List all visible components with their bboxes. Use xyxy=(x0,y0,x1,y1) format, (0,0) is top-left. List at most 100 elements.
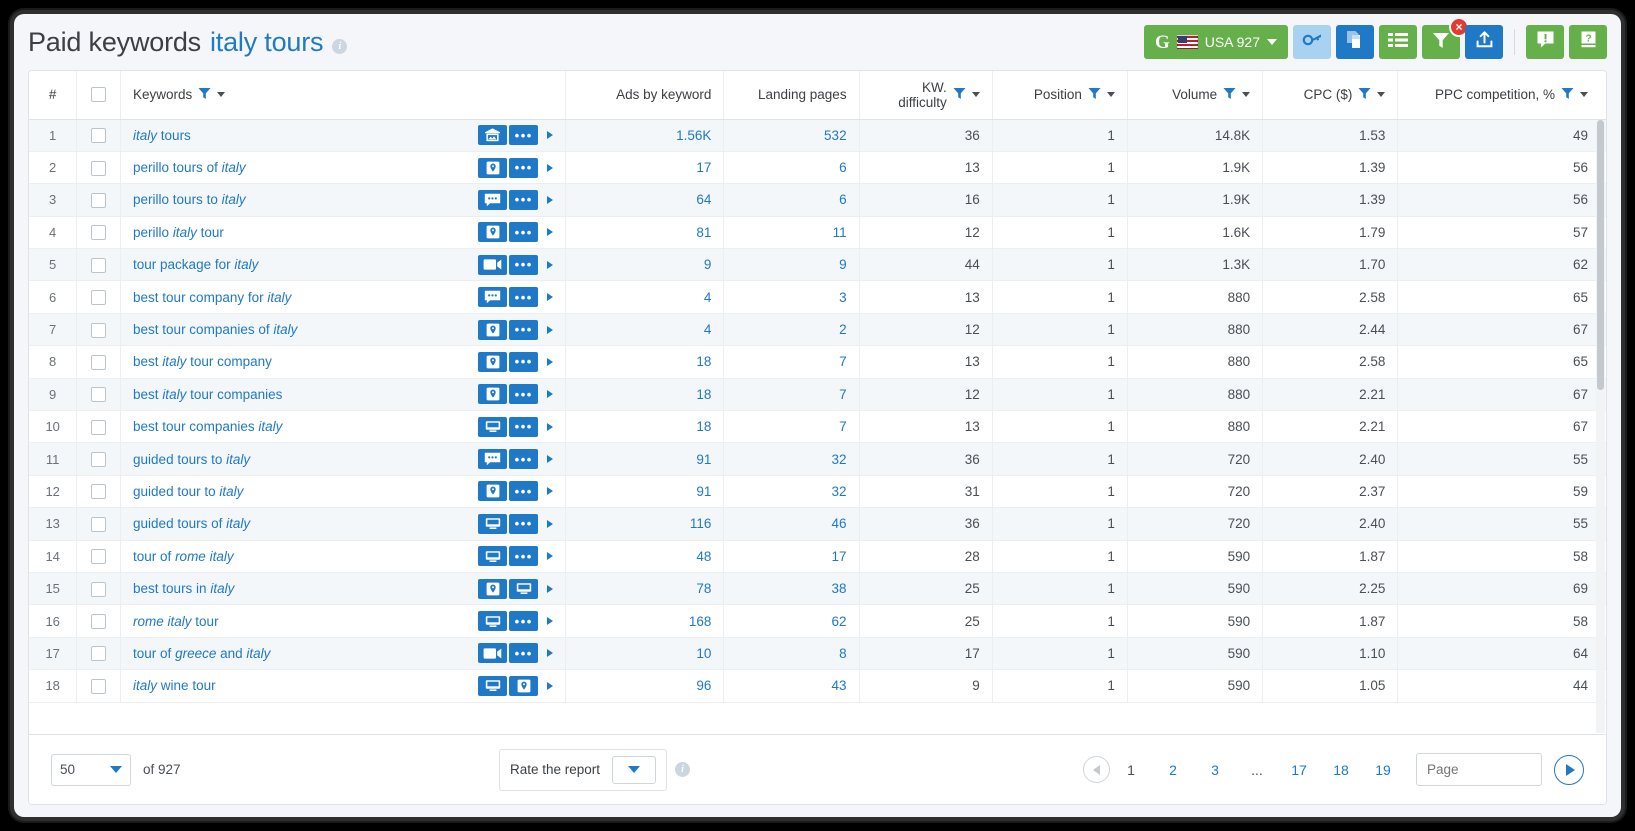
page-button-17[interactable]: 17 xyxy=(1278,762,1320,778)
page-input[interactable] xyxy=(1416,753,1542,786)
desktop-icon-button[interactable] xyxy=(478,416,508,437)
landing-pages-value[interactable]: 7 xyxy=(723,345,860,379)
table-row[interactable]: 13 guided tours of italy ••• 116 46 36 1 720 2.4… xyxy=(29,507,1606,541)
table-row[interactable]: 11 guided tours to italy ••• 91 32 36 1 720 2.40… xyxy=(29,442,1606,476)
ads-by-keyword-value[interactable]: 10 xyxy=(565,637,725,671)
table-scroll-region[interactable]: # Keywords Ads by keyword Landing pages … xyxy=(29,71,1606,734)
row-checkbox[interactable] xyxy=(91,290,107,306)
expand-row-icon[interactable] xyxy=(547,552,554,561)
row-checkbox[interactable] xyxy=(91,614,107,630)
image-icon-button[interactable] xyxy=(478,125,508,146)
landing-pages-value[interactable]: 6 xyxy=(723,183,860,217)
rate-report-box[interactable]: Rate the report xyxy=(499,748,668,791)
row-checkbox[interactable] xyxy=(91,192,107,208)
keyword-link[interactable]: guided tours of italy xyxy=(133,516,250,531)
row-checkbox[interactable] xyxy=(91,452,107,468)
scrollbar-thumb[interactable] xyxy=(1597,120,1604,390)
filter-icon[interactable] xyxy=(1561,87,1574,103)
marker-icon-button[interactable] xyxy=(478,319,508,340)
expand-row-icon[interactable] xyxy=(547,584,554,593)
expand-row-icon[interactable] xyxy=(547,390,554,399)
row-checkbox[interactable] xyxy=(91,257,107,273)
page-button-1[interactable]: 1 xyxy=(1110,762,1152,778)
keyword-link[interactable]: perillo italy tour xyxy=(133,225,224,240)
row-checkbox[interactable] xyxy=(91,678,107,694)
expand-row-icon[interactable] xyxy=(547,617,554,626)
keyword-link[interactable]: best tours in italy xyxy=(133,581,234,596)
filter-icon[interactable] xyxy=(1358,87,1371,103)
desktop-icon-button[interactable] xyxy=(478,675,508,696)
marker-icon-button[interactable] xyxy=(478,351,508,372)
comment-icon-button[interactable] xyxy=(478,189,508,210)
desktop-icon-button[interactable] xyxy=(478,611,508,632)
keyword-link[interactable]: tour of greece and italy xyxy=(133,646,270,661)
expand-row-icon[interactable] xyxy=(547,357,554,366)
info-icon[interactable]: i xyxy=(675,762,691,777)
row-checkbox[interactable] xyxy=(91,516,107,532)
landing-pages-value[interactable]: 532 xyxy=(723,119,860,152)
ads-by-keyword-value[interactable]: 48 xyxy=(565,540,725,573)
keyword-link[interactable]: guided tour to italy xyxy=(133,484,243,499)
keyword-link[interactable]: tour of rome italy xyxy=(133,549,234,564)
keyword-link[interactable]: best tour companies of italy xyxy=(133,322,297,337)
expand-row-icon[interactable] xyxy=(547,519,554,528)
more-dots-icon-button[interactable]: ••• xyxy=(509,287,539,308)
filter-button[interactable]: × xyxy=(1422,17,1469,59)
marker-icon-button[interactable] xyxy=(478,222,508,243)
key-icon-button[interactable] xyxy=(1293,25,1331,59)
landing-pages-value[interactable]: 9 xyxy=(723,248,860,282)
more-dots-icon-button[interactable]: ••• xyxy=(509,449,539,470)
chevron-down-icon[interactable] xyxy=(217,92,226,98)
landing-pages-value[interactable]: 8 xyxy=(723,637,860,671)
landing-pages-value[interactable]: 2 xyxy=(723,313,860,347)
ads-by-keyword-value[interactable]: 81 xyxy=(565,216,725,250)
desktop-icon-button[interactable] xyxy=(478,546,508,567)
chevron-down-icon[interactable] xyxy=(1377,92,1386,98)
landing-pages-value[interactable]: 43 xyxy=(723,669,860,703)
row-checkbox[interactable] xyxy=(91,581,107,597)
ads-by-keyword-value[interactable]: 1.56K xyxy=(565,119,725,152)
ads-by-keyword-value[interactable]: 4 xyxy=(565,280,725,314)
keyword-link[interactable]: best italy tour companies xyxy=(133,387,282,402)
more-dots-icon-button[interactable]: ••• xyxy=(509,222,539,243)
page-title-keyword[interactable]: italy tours xyxy=(210,27,324,58)
landing-pages-value[interactable]: 7 xyxy=(723,378,860,412)
landing-pages-value[interactable]: 62 xyxy=(723,604,860,638)
keyword-link[interactable]: best tour company for italy xyxy=(133,290,291,305)
video-icon-button[interactable] xyxy=(478,643,508,664)
table-row[interactable]: 6 best tour company for italy ••• 4 3 13 1 880 2… xyxy=(29,280,1606,314)
keyword-link[interactable]: tour package for italy xyxy=(133,257,258,272)
page-button-19[interactable]: 19 xyxy=(1362,762,1404,778)
table-row[interactable]: 2 perillo tours of italy ••• 17 6 13 1 1.9K 1.39… xyxy=(29,151,1606,185)
desktop-icon-button[interactable] xyxy=(478,513,508,534)
keyword-link[interactable]: italy tours xyxy=(133,128,191,143)
keyword-link[interactable]: rome italy tour xyxy=(133,614,219,629)
more-dots-icon-button[interactable]: ••• xyxy=(509,125,539,146)
more-dots-icon-button[interactable]: ••• xyxy=(509,546,539,567)
ads-by-keyword-value[interactable]: 4 xyxy=(565,313,725,347)
more-dots-icon-button[interactable]: ••• xyxy=(509,254,539,275)
desktop-icon-button[interactable] xyxy=(509,578,539,599)
expand-row-icon[interactable] xyxy=(547,325,554,334)
table-row[interactable]: 8 best italy tour company ••• 18 7 13 1 880 2.58… xyxy=(29,345,1606,379)
keyword-link[interactable]: perillo tours of italy xyxy=(133,160,246,175)
ads-by-keyword-value[interactable]: 96 xyxy=(565,669,725,703)
marker-icon-button[interactable] xyxy=(509,675,539,696)
landing-pages-value[interactable]: 17 xyxy=(723,540,860,573)
ads-by-keyword-value[interactable]: 9 xyxy=(565,248,725,282)
expand-row-icon[interactable] xyxy=(547,195,554,204)
table-row[interactable]: 12 guided tour to italy ••• 91 32 31 1 720 2.37 5… xyxy=(29,475,1606,509)
expand-row-icon[interactable] xyxy=(547,293,554,302)
marker-icon-button[interactable] xyxy=(478,384,508,405)
filter-icon[interactable] xyxy=(953,87,966,103)
table-row[interactable]: 7 best tour companies of italy ••• 4 2 12 1 880… xyxy=(29,313,1606,347)
expand-row-icon[interactable] xyxy=(547,260,554,269)
more-dots-icon-button[interactable]: ••• xyxy=(509,351,539,372)
table-row[interactable]: 4 perillo italy tour ••• 81 11 12 1 1.6K 1.79 57 xyxy=(29,216,1606,250)
more-dots-icon-button[interactable]: ••• xyxy=(509,643,539,664)
keyword-link[interactable]: best italy tour company xyxy=(133,354,272,369)
table-row[interactable]: 5 tour package for italy ••• 9 9 44 1 1.3K 1.70 6… xyxy=(29,248,1606,282)
rate-report-dropdown[interactable] xyxy=(612,755,657,784)
landing-pages-value[interactable]: 7 xyxy=(723,410,860,444)
ads-by-keyword-value[interactable]: 91 xyxy=(565,442,725,476)
